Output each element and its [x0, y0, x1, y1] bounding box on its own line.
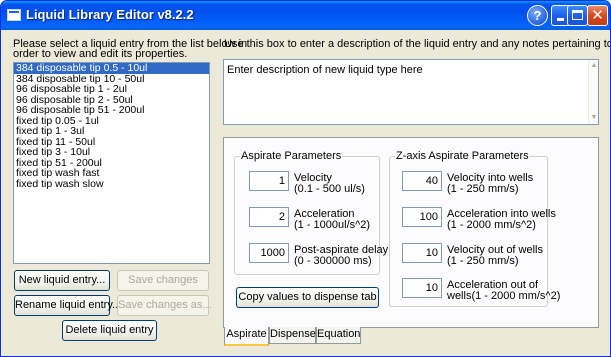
- post-aspirate-delay-input[interactable]: 1000: [249, 243, 289, 263]
- save-changes-button[interactable]: Save changes: [117, 270, 209, 291]
- liquid-list-item[interactable]: 384 disposable tip 0.5 - 10ul: [14, 63, 209, 74]
- save-changes-as-button[interactable]: Save changes as...: [117, 295, 212, 316]
- liquid-library-editor-window: Liquid Library Editor v8.2.2 ? ✕ Please …: [0, 0, 611, 357]
- help-button[interactable]: ?: [527, 5, 548, 26]
- acceleration-out-of-wells-input[interactable]: 10: [402, 278, 442, 298]
- app-window-icon: [7, 9, 21, 21]
- aspirate-parameters-group: Aspirate Parameters 1 Velocity (0.1 - 50…: [234, 150, 388, 275]
- acceleration-into-wells-range: (1 - 2000 mm/s^2): [447, 219, 536, 231]
- aspirate-acceleration-range: (1 - 1000ul/s^2): [294, 219, 371, 231]
- instructions-line-2: order to view and edit its properties.: [13, 48, 188, 60]
- scroll-down-icon[interactable]: ▼: [590, 114, 598, 122]
- rename-liquid-entry-button[interactable]: Rename liquid entry...: [14, 295, 121, 316]
- liquid-list-item[interactable]: fixed tip wash slow: [14, 178, 209, 190]
- liquid-list[interactable]: 384 disposable tip 0.5 - 10ul 384 dispos…: [13, 62, 210, 264]
- close-button[interactable]: ✕: [587, 5, 608, 26]
- liquid-list-item[interactable]: fixed tip 3 - 10ul: [14, 147, 209, 158]
- tab-equation[interactable]: Equation: [316, 327, 361, 344]
- zaxis-aspirate-parameters-title: Z-axis Aspirate Parameters: [395, 150, 530, 162]
- maximize-icon: [572, 10, 583, 20]
- liquid-list-item[interactable]: 96 disposable tip 51 - 200ul: [14, 105, 209, 116]
- aspirate-parameters-title: Aspirate Parameters: [240, 150, 343, 162]
- description-textarea[interactable]: Enter description of new liquid type her…: [223, 59, 599, 125]
- post-aspirate-delay-range: (0 - 300000 ms): [294, 255, 372, 267]
- new-liquid-entry-button[interactable]: New liquid entry...: [14, 270, 110, 291]
- maximize-button[interactable]: [567, 5, 588, 26]
- window-title: Liquid Library Editor v8.2.2: [26, 7, 194, 22]
- description-text: Enter description of new liquid type her…: [227, 64, 423, 76]
- help-icon: ?: [533, 8, 542, 23]
- tab-aspirate[interactable]: Aspirate: [224, 327, 269, 346]
- aspirate-tab-panel: Aspirate Parameters 1 Velocity (0.1 - 50…: [223, 137, 599, 328]
- description-hint: Use this box to enter a description of t…: [224, 38, 611, 50]
- aspirate-velocity-input[interactable]: 1: [249, 171, 289, 191]
- description-scrollbar[interactable]: ▲ ▼: [588, 60, 598, 124]
- aspirate-acceleration-input[interactable]: 2: [249, 207, 289, 227]
- liquid-list-item[interactable]: 96 disposable tip 1 - 2ul: [14, 84, 209, 95]
- liquid-list-item[interactable]: fixed tip wash fast: [14, 168, 209, 179]
- copy-values-to-dispense-button[interactable]: Copy values to dispense tab: [236, 287, 379, 308]
- liquid-list-item[interactable]: fixed tip 1 - 3ul: [14, 126, 209, 137]
- tab-dispense[interactable]: Dispense: [269, 327, 316, 344]
- acceleration-out-of-wells-range: wells(1 - 2000 mm/s^2): [447, 290, 561, 302]
- aspirate-velocity-range: (0.1 - 500 ul/s): [294, 183, 365, 195]
- velocity-into-wells-input[interactable]: 40: [402, 171, 442, 191]
- zaxis-aspirate-parameters-group: Z-axis Aspirate Parameters 40 Velocity i…: [389, 150, 560, 307]
- velocity-into-wells-range: (1 - 250 mm/s): [447, 183, 519, 195]
- minimize-icon: [557, 18, 564, 21]
- velocity-out-of-wells-range: (1 - 250 mm/s): [447, 255, 519, 267]
- acceleration-into-wells-input[interactable]: 100: [402, 207, 442, 227]
- close-icon: ✕: [591, 7, 604, 24]
- delete-liquid-entry-button[interactable]: Delete liquid entry: [62, 320, 157, 341]
- title-bar[interactable]: Liquid Library Editor v8.2.2 ? ✕: [1, 1, 610, 30]
- scroll-up-icon[interactable]: ▲: [590, 62, 598, 70]
- velocity-out-of-wells-input[interactable]: 10: [402, 243, 442, 263]
